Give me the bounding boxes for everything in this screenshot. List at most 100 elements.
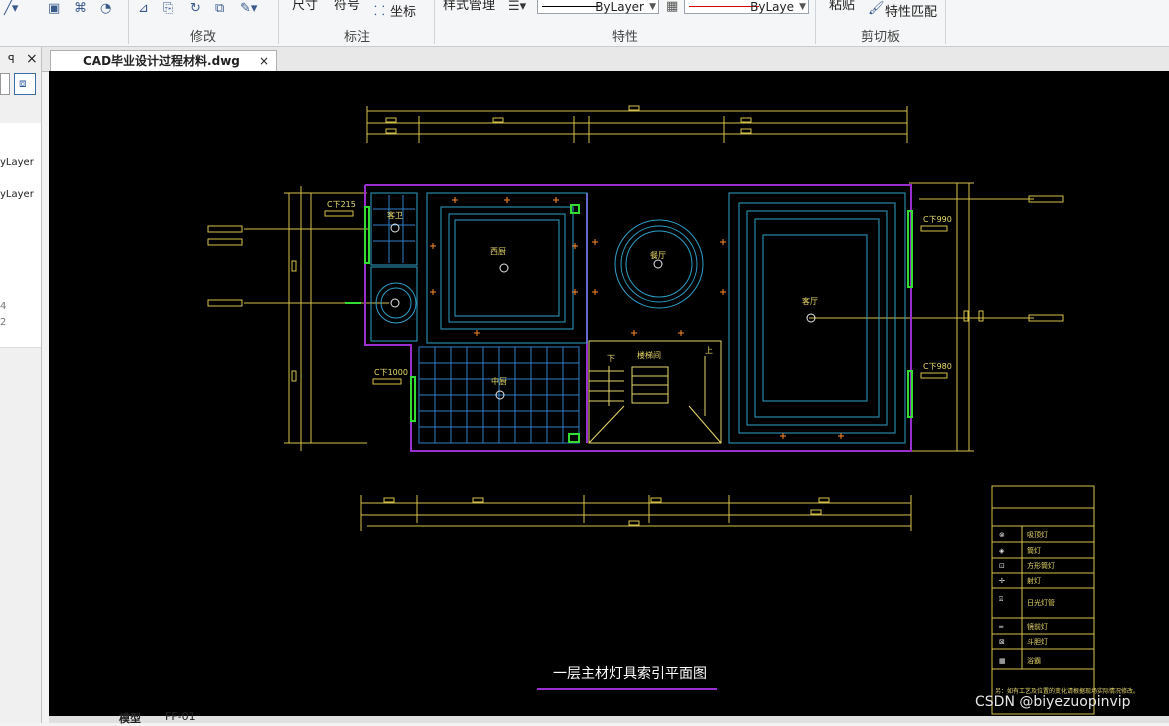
rectangle-tool-icon[interactable]: ▣: [48, 1, 60, 16]
drawing-title: 一层主材灯具索引平面图: [553, 665, 707, 682]
group-separator: [128, 0, 129, 44]
side-dimensions: [244, 182, 1034, 452]
room-label-living: 客厅: [802, 296, 818, 306]
group-label-modify: 修改: [190, 30, 217, 45]
callout-living-bottom: C下980: [923, 362, 952, 371]
watermark-text: CSDN @biyezuopinvip: [975, 694, 1131, 710]
room-label-west-kitchen: 西厨: [490, 247, 506, 256]
block-tool-icon[interactable]: ◔: [100, 1, 111, 16]
property-row[interactable]: 4: [0, 299, 41, 316]
property-row[interactable]: [0, 203, 41, 220]
hatch-tool-icon[interactable]: ⌘: [74, 1, 87, 16]
chevron-down-icon: ▼: [799, 2, 806, 12]
callout-living-top: C下990: [923, 215, 952, 224]
symbol-button[interactable]: 符号: [334, 0, 360, 13]
property-row[interactable]: [0, 123, 41, 140]
mirror-tool-icon[interactable]: ⧉: [215, 1, 224, 16]
ribbon: ╱▾ ▣ ⌘ ◔ ⊿ ⎘ ↻ ⧉ ✎▾ 修改 尺寸 符号 ⸬ 坐标 标注 样式管…: [0, 0, 1169, 47]
close-tab-icon[interactable]: ×: [259, 51, 269, 71]
close-panel-icon[interactable]: ×: [26, 51, 38, 67]
legend-symbol-icon: ▦: [999, 657, 1006, 665]
quick-select-button[interactable]: ⧈: [14, 73, 36, 95]
property-row-layer[interactable]: yLayer: [0, 155, 41, 172]
legend-symbol-icon: ⊠: [999, 638, 1005, 646]
drawing-canvas[interactable]: 客卫 西厨 餐厅 客厅 中厨 楼梯间 下 上 C下215 C下990 C下100…: [49, 71, 1169, 716]
color-value: ByLaye: [750, 0, 794, 14]
callout-boxes: [324, 210, 948, 385]
property-row[interactable]: [0, 139, 41, 156]
color-combo[interactable]: ByLaye ▼: [684, 0, 809, 14]
pin-icon[interactable]: ꟼ: [8, 53, 15, 66]
group-label-clipboard: 剪切板: [861, 30, 901, 45]
property-row[interactable]: [0, 219, 41, 236]
legend-symbol-icon: ⊗: [999, 531, 1005, 539]
chevron-down-icon: ▼: [649, 2, 656, 12]
room-label-stairwell: 楼梯间: [637, 350, 661, 360]
group-label-properties: 特性: [612, 30, 639, 45]
legend-item: 方形筒灯: [1027, 561, 1055, 570]
lineweight-icon[interactable]: ☰▾: [508, 0, 526, 14]
room-label-middle-kitchen: 中厨: [491, 376, 507, 386]
dimension-value-boxes: [207, 105, 1064, 526]
copy-tool-icon[interactable]: ⎘: [163, 1, 173, 16]
properties-panel: ꟼ × ⧈ yLayer yLayer 4 2: [0, 47, 42, 723]
linetype-combo[interactable]: ByLayer ▼: [537, 0, 659, 14]
top-dimensions: [366, 106, 908, 143]
property-row[interactable]: [0, 235, 41, 252]
callout-kitchen: C下1000: [374, 368, 408, 377]
legend-symbol-icon: ⊡: [999, 562, 1005, 570]
linetype-preview: [542, 6, 600, 7]
legend-symbol-icon: ⍓: [999, 595, 1003, 603]
style-manager-button[interactable]: 样式管理: [443, 0, 495, 13]
coordinate-icon: ⸬: [374, 4, 385, 19]
move-tool-icon[interactable]: ⊿: [138, 1, 149, 16]
dimension-button[interactable]: 尺寸: [292, 0, 318, 13]
document-tab-title: CAD毕业设计过程材料.dwg: [83, 54, 240, 68]
room-label-dining: 餐厅: [650, 251, 666, 260]
room-label-guest-bath: 客卫: [387, 210, 403, 220]
legend-item: 镜前灯: [1027, 622, 1048, 631]
kitchen-tile-grid: [373, 195, 580, 444]
group-separator: [815, 0, 816, 44]
match-properties-icon: 🖌: [868, 1, 885, 16]
legend-item: 吸顶灯: [1027, 530, 1048, 539]
property-row-linetype[interactable]: yLayer: [0, 187, 41, 204]
legend-table: ⊗ ◈ ⊡ ✢ ⍓ ═ ⊠ ▦ 吸顶灯 筒灯 方形筒灯 射灯 日光灯管 镜前灯 …: [991, 485, 1139, 715]
property-row[interactable]: [0, 267, 41, 284]
property-row[interactable]: [0, 331, 41, 348]
legend-symbol-icon: ✢: [999, 577, 1005, 585]
document-tab[interactable]: CAD毕业设计过程材料.dwg ×: [50, 50, 277, 71]
legend-item: 斗胆灯: [1027, 637, 1048, 646]
layout-tab[interactable]: FF-01: [165, 710, 196, 723]
color-preview: [689, 6, 759, 7]
property-row[interactable]: [0, 251, 41, 268]
rotate-tool-icon[interactable]: ↻: [190, 1, 201, 16]
linetype-value: ByLayer: [595, 0, 644, 14]
property-row[interactable]: 2: [0, 315, 41, 332]
legend-symbol-icon: ═: [998, 623, 1004, 631]
legend-item: 射灯: [1027, 576, 1041, 585]
edit-tool-icon[interactable]: ✎▾: [240, 1, 257, 16]
legend-item: 日光灯管: [1027, 598, 1055, 607]
legend-symbol-icon: ◈: [999, 547, 1005, 555]
layout-tabs: 模型 FF-01: [49, 710, 1169, 725]
quick-select-icon: ⧈: [19, 76, 27, 90]
property-row[interactable]: [0, 283, 41, 300]
model-tab[interactable]: 模型: [119, 710, 141, 726]
group-separator: [434, 0, 435, 44]
floor-plan-drawing[interactable]: 客卫 西厨 餐厅 客厅 中厨 楼梯间 下 上 C下215 C下990 C下100…: [49, 71, 1169, 716]
paste-button[interactable]: 粘贴: [829, 0, 855, 13]
table-icon[interactable]: ▦: [666, 0, 678, 14]
match-properties-button[interactable]: 特性匹配: [885, 1, 937, 20]
line-tool-icon[interactable]: ╱▾: [4, 1, 18, 16]
stair-up-label: 上: [705, 346, 713, 355]
room-labels: 客卫 西厨 餐厅 客厅 中厨 楼梯间 下 上 C下215 C下990 C下100…: [327, 200, 952, 386]
legend-item: 浴霸: [1027, 656, 1041, 665]
callout-guest-bath: C下215: [327, 200, 356, 209]
group-separator: [278, 0, 279, 44]
coordinate-button[interactable]: 坐标: [390, 1, 416, 20]
panel-tool-button[interactable]: [0, 73, 10, 95]
group-separator: [945, 0, 946, 44]
document-tab-bar: CAD毕业设计过程材料.dwg ×: [42, 47, 1169, 72]
property-row[interactable]: [0, 171, 41, 188]
